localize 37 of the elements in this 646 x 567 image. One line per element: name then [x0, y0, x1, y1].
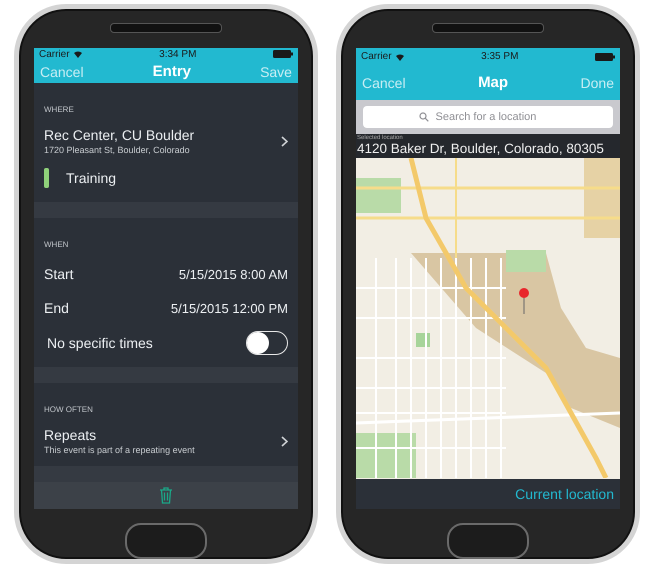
- row-subtitle: 1720 Pleasant St, Boulder, Colorado: [44, 145, 191, 156]
- row-title: Rec Center, CU Boulder: [44, 127, 194, 144]
- wifi-icon: [72, 50, 83, 58]
- carrier-label: Carrier: [361, 51, 392, 62]
- detail-row[interactable]: Rec Center, CU Boulder 1720 Pleasant St, Boulder, Colorado: [44, 122, 288, 160]
- battery-icon: [595, 52, 615, 61]
- selected-address: 4120 Baker Dr, Boulder, Colorado, 80305: [357, 140, 605, 156]
- home-button[interactable]: [447, 523, 529, 559]
- nav-title: Map: [478, 74, 508, 92]
- section-header: WHEN: [44, 240, 70, 250]
- row-value[interactable]: 5/15/2015 8:00 AM: [178, 266, 288, 282]
- row-label: No specific times: [47, 335, 153, 352]
- chevron-icon: [281, 436, 288, 447]
- status-time: 3:35 PM: [480, 51, 520, 62]
- search-icon: [418, 112, 428, 122]
- map-pin-icon[interactable]: [519, 288, 529, 314]
- chevron-icon: [281, 136, 288, 147]
- search-field[interactable]: Search for a location: [434, 110, 558, 124]
- wifi-icon: [394, 52, 405, 61]
- detail-row[interactable]: Repeats This event is part of a repeating event: [44, 422, 288, 460]
- nav-title: Entry: [152, 63, 191, 80]
- search-bar[interactable]: Search for a location: [363, 106, 613, 128]
- current-location-button[interactable]: Current location: [515, 486, 614, 502]
- row-title: Repeats: [44, 427, 98, 444]
- row-label: End: [44, 300, 69, 316]
- section-header: WHERE: [44, 105, 75, 114]
- status-time: 3:34 PM: [158, 48, 198, 60]
- toggle-switch[interactable]: [246, 331, 288, 356]
- trash-icon[interactable]: [159, 487, 173, 504]
- home-button[interactable]: [125, 523, 207, 559]
- row-label: Start: [44, 266, 74, 282]
- row-subtitle: This event is part of a repeating event: [44, 445, 195, 456]
- section-header: HOW OFTEN: [44, 405, 94, 414]
- carrier-label: Carrier: [39, 48, 70, 60]
- category-label: Training: [66, 170, 116, 186]
- battery-icon: [273, 50, 293, 58]
- row-value[interactable]: 5/15/2015 12:00 PM: [170, 300, 288, 316]
